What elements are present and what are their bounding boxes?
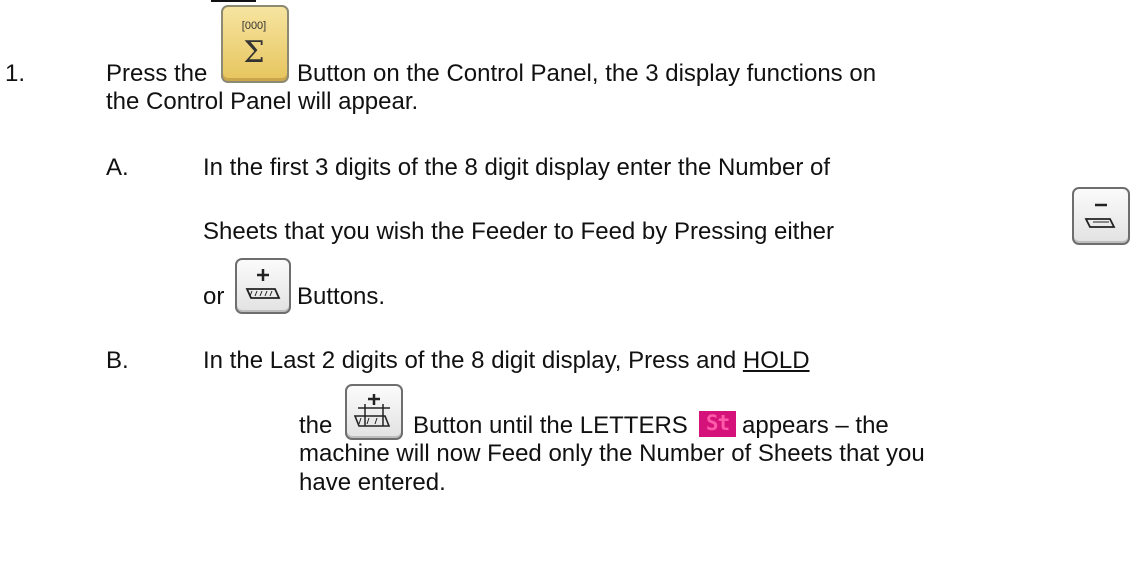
step-1-text-after: Button on the Control Panel, the 3 displ… xyxy=(297,60,877,87)
top-underline-fragment xyxy=(211,0,256,2)
st-display-letters: St xyxy=(699,411,736,437)
svg-text:Σ: Σ xyxy=(243,35,264,70)
step-1-text-line2: the Control Panel will appear. xyxy=(106,88,419,115)
substep-b-the: the xyxy=(299,412,333,439)
step-1-number: 1. xyxy=(5,60,26,87)
substep-a-label: A. xyxy=(106,154,129,181)
substep-b-line1: In the Last 2 digits of the 8 digit disp… xyxy=(203,347,810,375)
minus-sheets-button-icon[interactable] xyxy=(1072,187,1130,245)
substep-a-line2: Sheets that you wish the Feeder to Feed … xyxy=(203,218,835,245)
substep-a-line1: In the first 3 digits of the 8 digit dis… xyxy=(203,154,830,181)
substep-b-after-button: Button until the LETTERS xyxy=(413,412,688,439)
substep-a-or: or xyxy=(203,283,225,310)
svg-text:[000]: [000] xyxy=(242,20,266,32)
substep-a-after-plus: Buttons. xyxy=(297,283,386,310)
plus-sheets-button-icon[interactable] xyxy=(235,258,291,314)
plus-stack-button-icon[interactable] xyxy=(345,384,403,440)
substep-b-line4: have entered. xyxy=(299,469,446,496)
substep-b-hold-emphasis: HOLD xyxy=(742,347,810,374)
substep-b-line1-text: In the Last 2 digits of the 8 digit disp… xyxy=(203,347,737,374)
substep-b-after-letters: appears – the xyxy=(742,412,889,439)
sigma-counter-button-icon[interactable]: [000] Σ xyxy=(221,5,289,83)
step-1-text-before: Press the xyxy=(106,60,208,87)
substep-b-line3: machine will now Feed only the Number of… xyxy=(299,440,925,467)
substep-b-label: B. xyxy=(106,347,129,374)
